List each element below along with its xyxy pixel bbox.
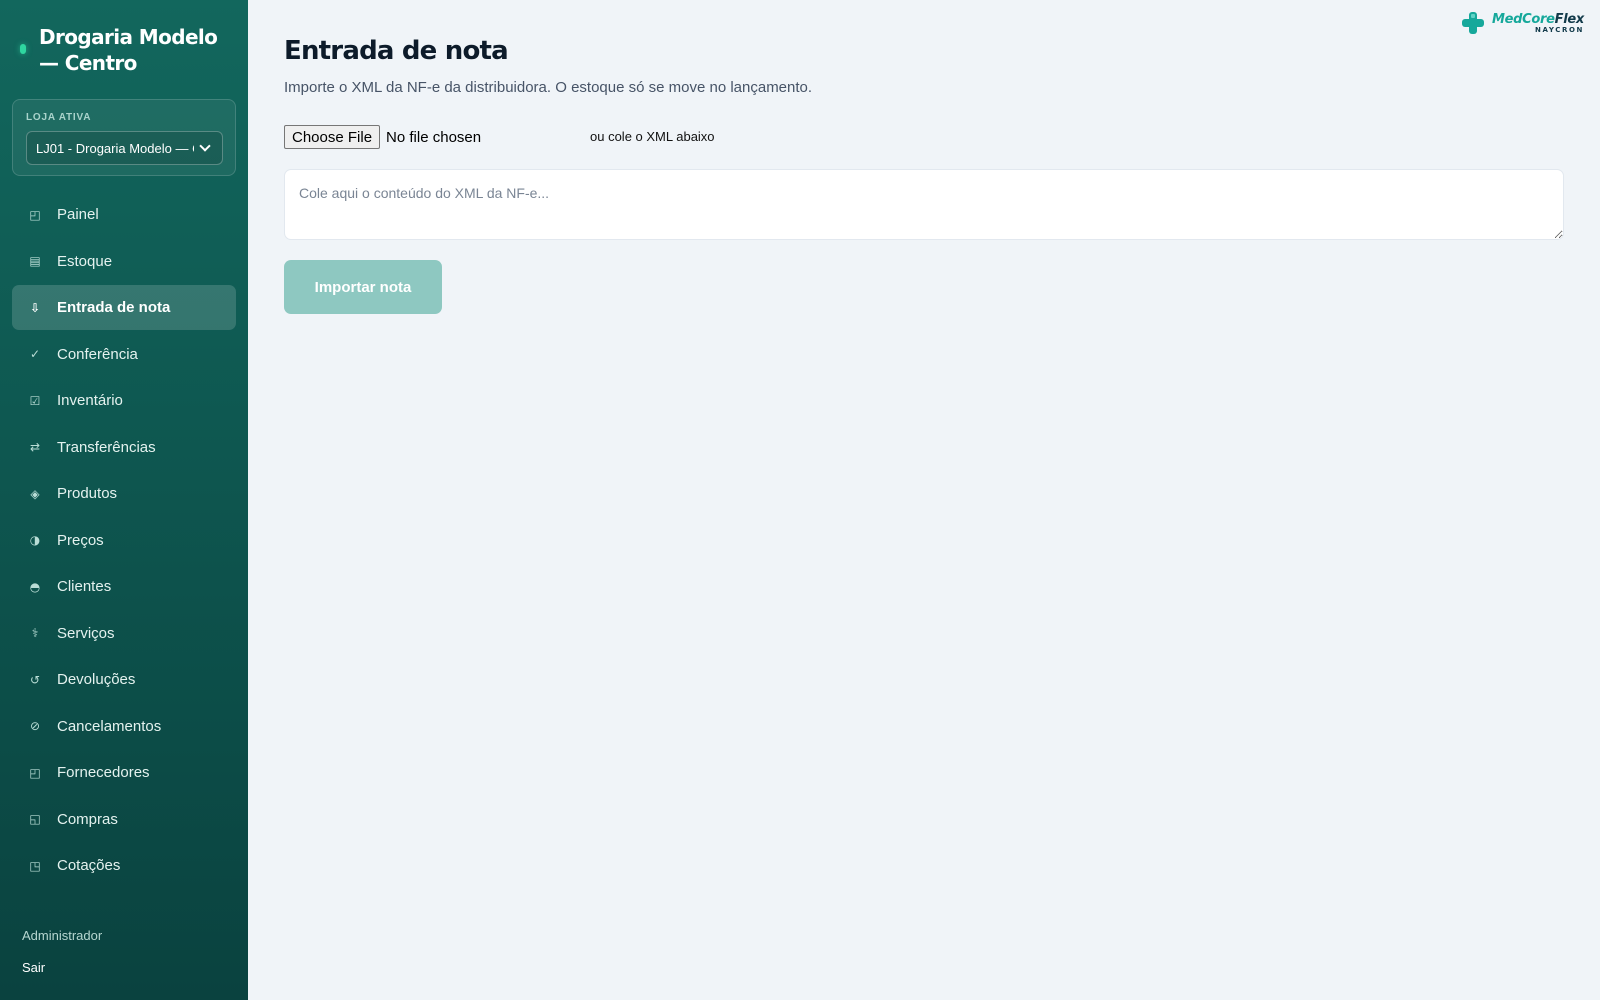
download-icon: ⇩ (29, 300, 41, 315)
status-dot-icon (20, 44, 26, 54)
sidebar-item-inventario[interactable]: ☑ Inventário (12, 378, 236, 423)
import-note-button[interactable]: Importar nota (284, 260, 442, 314)
service-icon: ⚕ (31, 626, 39, 640)
logo: MedCoreFlex NAYCRON (1460, 10, 1584, 36)
sidebar-item-label: Preços (57, 531, 104, 549)
sidebar-item-label: Produtos (57, 485, 118, 502)
sidebar-item-label: Cotações (57, 857, 121, 874)
sidebar-item-label: Fornecedores (57, 764, 150, 781)
choose-file-button[interactable]: Choose File (284, 125, 381, 149)
sidebar-item-cotacoes[interactable]: ◳ Cotações (12, 843, 236, 888)
sidebar-item-conferencia[interactable]: ✓ Conferência (12, 332, 236, 377)
sidebar-item-painel[interactable]: ◰ Painel (12, 192, 236, 237)
active-store-panel: LOJA ATIVA LJ01 - Drogaria Modelo — Cent… (12, 99, 236, 176)
sidebar-item-fornecedores[interactable]: ◰ Fornecedores (12, 750, 236, 795)
supplier-icon: ◰ (29, 765, 41, 780)
cancel-icon: ⊘ (29, 719, 41, 733)
logo-name-part1: MedCore (1491, 11, 1555, 27)
sidebar-nav: ◰ Painel ▤ Estoque ⇩ Entrada de nota ✓ Conferên… (12, 192, 236, 890)
main-content: Entrada de nota Importe o XML da NF-e da… (248, 0, 1600, 1000)
sidebar-item-devolucoes[interactable]: ↺ Devoluções (12, 657, 236, 702)
sidebar-item-produtos[interactable]: ◈ Produtos (12, 471, 236, 516)
sidebar-item-servicos[interactable]: ⚕ Serviços (12, 611, 236, 656)
sidebar-item-precos[interactable]: ◑ Preços (12, 518, 236, 563)
sidebar-item-label: Compras (57, 810, 118, 828)
sidebar-item-estoque[interactable]: ▤ Estoque (12, 239, 236, 284)
sidebar-item-entrada-de-nota[interactable]: ⇩ Entrada de nota (12, 285, 236, 330)
page-title: Entrada de nota (284, 36, 509, 66)
chevron-down-icon (199, 140, 211, 152)
logo-subtitle: NAYCRON (1535, 25, 1584, 34)
sidebar-item-cancelamentos[interactable]: ⊘ Cancelamentos (12, 704, 236, 749)
logo-name-part2: Flex (1554, 11, 1585, 27)
sidebar-item-label: Cancelamentos (57, 717, 162, 735)
paste-hint: ou cole o XML abaixo (590, 129, 715, 144)
sidebar-item-label: Conferência (57, 345, 138, 363)
sidebar-item-label: Devoluções (57, 671, 136, 688)
brand: Drogaria Modelo — Centro (20, 24, 229, 76)
sidebar-item-label: Clientes (57, 578, 112, 595)
sidebar-item-label: Painel (57, 206, 99, 223)
sidebar-item-compras[interactable]: ◱ Compras (12, 797, 236, 842)
sidebar-item-label: Estoque (57, 252, 113, 270)
sidebar-item-label: Entrada de nota (57, 299, 171, 316)
product-icon: ◈ (30, 486, 40, 501)
checkbox-icon: ☑ (29, 393, 41, 408)
sidebar: Drogaria Modelo — Centro LOJA ATIVA LJ01… (0, 0, 248, 1000)
file-input: Choose File No file chosen (284, 125, 586, 149)
user-name: Administrador (22, 928, 103, 943)
active-store-label: LOJA ATIVA (26, 112, 92, 123)
sidebar-item-clientes[interactable]: ◓ Clientes (12, 564, 236, 609)
sidebar-item-label: Serviços (57, 624, 115, 642)
dashboard-icon: ◰ (29, 207, 41, 222)
sidebar-item-label: Transferências (57, 438, 156, 456)
customer-icon: ◓ (29, 579, 41, 594)
transfer-icon: ⇄ (29, 440, 41, 454)
sidebar-item-label: Inventário (57, 392, 123, 409)
price-icon: ◑ (29, 533, 41, 547)
xml-textarea[interactable] (284, 169, 1564, 240)
logout-link[interactable]: Sair (22, 960, 45, 975)
brand-title: Drogaria Modelo — Centro (39, 25, 218, 75)
page-subtitle: Importe o XML da NF-e da distribuidora. … (284, 79, 813, 96)
medical-cross-logo-icon (1461, 12, 1484, 34)
store-select[interactable]: LJ01 - Drogaria Modelo — Centro (26, 131, 223, 165)
quote-icon: ◳ (29, 858, 41, 873)
sidebar-item-transferencias[interactable]: ⇄ Transferências (12, 425, 236, 470)
return-icon: ↺ (29, 672, 41, 687)
purchase-icon: ◱ (29, 812, 41, 826)
file-status: No file chosen (386, 128, 482, 146)
check-icon: ✓ (29, 347, 41, 361)
stock-icon: ▤ (29, 254, 41, 268)
store-select-value: LJ01 - Drogaria Modelo — Centro (36, 140, 194, 156)
